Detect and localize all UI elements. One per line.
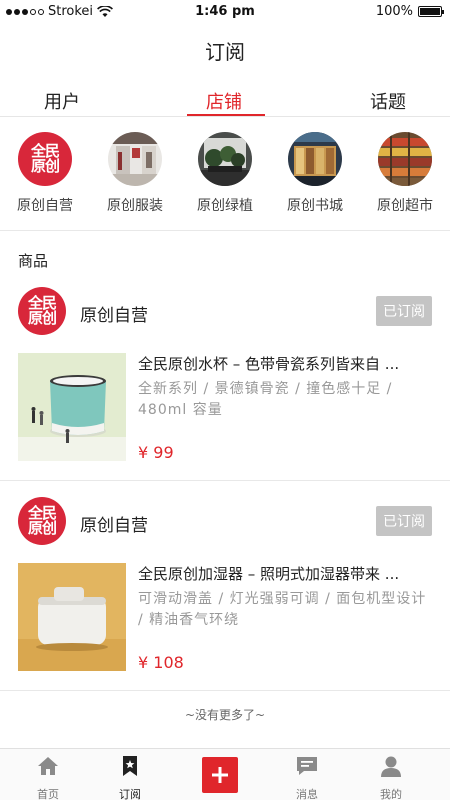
bookmark-icon	[123, 756, 137, 776]
plus-icon	[212, 767, 228, 783]
bookstore-photo	[288, 132, 342, 186]
store-name: 原创服装	[107, 198, 163, 214]
product-description: 全新系列 / 景德镇骨瓷 / 撞色感十足 / 480ml 容量	[138, 381, 393, 418]
shop-avatar: 全民 原创	[18, 497, 66, 545]
subscribed-button[interactable]: 已订阅	[376, 506, 432, 536]
shop-avatar: 全民 原创	[18, 287, 66, 335]
store-item-plants[interactable]: 原创绿植	[180, 132, 270, 215]
nav-home[interactable]: 首页	[3, 754, 93, 800]
nav-subscribe[interactable]: 订阅	[85, 754, 175, 800]
battery-percent: 100%	[375, 4, 413, 19]
product-title: 全民原创加湿器 – 照明式加湿器带来 ...	[138, 565, 400, 583]
supermarket-photo	[378, 132, 432, 186]
no-more-text: ~没有更多了~	[184, 708, 266, 722]
nav-label: 订阅	[119, 788, 141, 800]
nav-label: 我的	[380, 788, 402, 800]
shop-name: 原创自营	[80, 516, 148, 536]
tab-bar: 用户 店铺 话题	[0, 84, 450, 118]
cup-product-image	[18, 353, 126, 461]
brand-logo: 全民 原创	[18, 132, 72, 186]
publish-button[interactable]	[202, 757, 238, 793]
page-title: 订阅	[205, 40, 245, 64]
store-name: 原创书城	[287, 198, 343, 214]
plant-shop-photo	[198, 132, 252, 186]
nav-label: 首页	[37, 788, 59, 800]
product-item[interactable]: 全民原创加湿器 – 照明式加湿器带来 ... 可滑动滑盖 / 灯光强弱可调 / …	[18, 563, 432, 673]
list-end-divider	[0, 690, 450, 691]
battery-group: 100%	[375, 4, 444, 19]
product-price: ¥ 99	[138, 443, 174, 462]
bottom-nav: 首页 订阅 消息 我的	[0, 748, 450, 800]
shop-name: 原创自营	[80, 306, 148, 326]
store-item-original-self-run[interactable]: 全民 原创 原创自营	[0, 132, 90, 215]
tab-stores[interactable]: 店铺	[206, 88, 242, 114]
shop-header[interactable]: 全民 原创 原创自营 已订阅	[18, 497, 432, 547]
store-name: 原创超市	[377, 198, 433, 214]
shop-header[interactable]: 全民 原创 原创自营 已订阅	[18, 287, 432, 337]
product-description: 可滑动滑盖 / 灯光强弱可调 / 面包机型设计 / 精油香气环绕	[138, 591, 427, 628]
status-bar: Strokei 1:46 pm 100%	[0, 0, 450, 24]
tab-divider	[0, 116, 450, 117]
section-divider	[0, 230, 450, 231]
store-name: 原创绿植	[197, 198, 253, 214]
humidifier-product-image	[18, 563, 126, 671]
store-list: 全民 原创 原创自营 原创服装 原创绿植 原创书城 原创超市	[0, 132, 450, 220]
message-icon	[297, 757, 317, 775]
store-item-supermarket[interactable]: 原创超市	[360, 132, 450, 215]
subscribed-button[interactable]: 已订阅	[376, 296, 432, 326]
store-item-clothing[interactable]: 原创服装	[90, 132, 180, 215]
nav-profile[interactable]: 我的	[346, 754, 436, 800]
user-icon	[381, 756, 401, 777]
nav-messages[interactable]: 消息	[262, 754, 352, 800]
product-item[interactable]: 全民原创水杯 – 色带骨瓷系列皆来自 ... 全新系列 / 景德镇骨瓷 / 撞色…	[18, 353, 432, 463]
section-title: 商品	[18, 252, 49, 270]
store-name: 原创自营	[17, 198, 73, 214]
store-item-bookstore[interactable]: 原创书城	[270, 132, 360, 215]
card-divider	[0, 480, 450, 481]
clothing-store-photo	[108, 132, 162, 186]
nav-label: 消息	[296, 788, 318, 800]
tab-users[interactable]: 用户	[44, 88, 80, 114]
product-title: 全民原创水杯 – 色带骨瓷系列皆来自 ...	[138, 355, 400, 373]
home-icon	[38, 757, 58, 775]
battery-icon	[418, 6, 444, 17]
tab-topics[interactable]: 话题	[370, 88, 406, 114]
product-price: ¥ 108	[138, 653, 184, 672]
